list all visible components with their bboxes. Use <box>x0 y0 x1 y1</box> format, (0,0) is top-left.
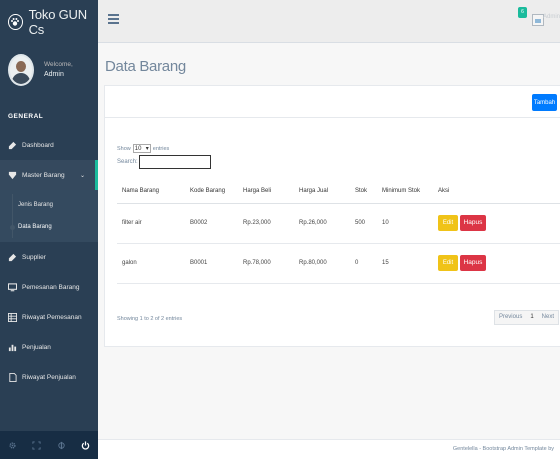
data-panel: Tambah Show 10 ▾ entries Search: Nama Bar… <box>104 85 560 347</box>
welcome-text: Welcome, <box>44 61 73 68</box>
sidebar-item-penjualan[interactable]: Penjualan <box>0 332 98 362</box>
sidebar-item-dashboard[interactable]: Dashboard <box>0 130 98 160</box>
section-title: GENERAL <box>8 113 44 120</box>
page-button[interactable]: 1 <box>526 311 537 324</box>
profile-name: Admin <box>44 71 64 78</box>
table-header: Nama Barang Kode Barang Harga Beli Harga… <box>117 179 560 204</box>
top-user-name[interactable]: Admin <box>543 14 560 20</box>
edit-button[interactable]: Edit <box>438 255 458 271</box>
chevron-down-icon: ▾ <box>145 146 149 152</box>
master-barang-icon <box>8 171 17 180</box>
riwayat-pemesanan-icon <box>8 312 17 322</box>
sidebar-subitem-data-barang[interactable]: Data Barang <box>0 216 98 238</box>
submenu-master-barang: Jenis Barang Data Barang <box>0 190 98 242</box>
main-content: Data Barang Tambah Show 10 ▾ entries Sear… <box>98 43 560 459</box>
menu-toggle-icon[interactable] <box>108 14 119 25</box>
topbar: 6 Admin <box>98 0 560 43</box>
sidebar-subitem-jenis-barang[interactable]: Jenis Barang <box>0 194 98 216</box>
footer-text: Gentelella - Bootstrap Admin Template by <box>452 446 554 452</box>
settings-icon[interactable] <box>6 439 18 451</box>
col-aksi[interactable]: Aksi <box>433 179 560 204</box>
search-input[interactable] <box>138 155 211 169</box>
pagination: Previous 1 Next <box>493 310 559 325</box>
entries-select[interactable]: 10 ▾ <box>132 144 151 153</box>
previous-button[interactable]: Previous <box>495 311 526 324</box>
table-row: galon B0001 Rp.78,000 Rp.80,000 0 15 Edi… <box>117 243 560 284</box>
col-harga-beli[interactable]: Harga Beli <box>238 179 294 204</box>
dashboard-icon <box>8 141 17 150</box>
sidebar-footer <box>0 431 98 459</box>
pemesanan-icon <box>8 282 17 292</box>
hapus-button[interactable]: Hapus <box>460 215 486 231</box>
col-stok[interactable]: Stok <box>350 179 377 204</box>
profile: Welcome, Admin <box>0 47 98 93</box>
next-button[interactable]: Next <box>538 311 558 324</box>
tambah-button[interactable]: Tambah <box>532 94 557 111</box>
sidebar-item-supplier[interactable]: Supplier <box>0 242 98 272</box>
lock-icon[interactable] <box>55 439 67 451</box>
col-harga-jual[interactable]: Harga Jual <box>294 179 350 204</box>
col-kode-barang[interactable]: Kode Barang <box>185 179 238 204</box>
sidebar-menu: Dashboard Master Barang ⌄ Jenis Barang D… <box>0 130 98 392</box>
table-row: filter air B0002 Rp.23,000 Rp.26,000 500… <box>117 203 560 244</box>
search-row: Search: <box>117 155 211 169</box>
edit-button[interactable]: Edit <box>438 215 458 231</box>
site-footer: Gentelella - Bootstrap Admin Template by <box>98 439 560 459</box>
supplier-icon <box>8 253 17 262</box>
penjualan-icon <box>8 343 17 352</box>
paw-icon <box>8 13 23 30</box>
show-entries: Show 10 ▾ entries <box>117 144 170 153</box>
fullscreen-icon[interactable] <box>31 439 43 451</box>
sidebar-item-master-barang[interactable]: Master Barang ⌄ <box>0 160 98 190</box>
riwayat-penjualan-icon <box>8 372 17 382</box>
avatar <box>8 54 34 86</box>
hapus-button[interactable]: Hapus <box>460 255 486 271</box>
notification[interactable]: 6 <box>516 7 528 27</box>
brand[interactable]: Toko GUN Cs <box>0 0 98 43</box>
col-nama-barang[interactable]: Nama Barang <box>117 179 185 204</box>
chevron-down-icon: ⌄ <box>79 172 85 179</box>
sidebar-item-riwayat-penjualan[interactable]: Riwayat Penjualan <box>0 362 98 392</box>
sidebar: Toko GUN Cs Welcome, Admin GENERAL Dashb… <box>0 0 98 459</box>
sidebar-item-riwayat-pemesanan[interactable]: Riwayat Pemesanan <box>0 302 98 332</box>
page-title: Data Barang <box>105 58 186 75</box>
entries-info: Showing 1 to 2 of 2 entries <box>117 316 183 322</box>
brand-title: Toko GUN Cs <box>28 6 88 37</box>
notification-badge: 6 <box>518 7 527 18</box>
data-table: Nama Barang Kode Barang Harga Beli Harga… <box>117 179 560 284</box>
power-icon[interactable] <box>80 439 92 451</box>
sidebar-item-pemesanan-barang[interactable]: Pemesanan Barang <box>0 272 98 302</box>
col-minimum-stok[interactable]: Minimum Stok <box>377 179 433 204</box>
